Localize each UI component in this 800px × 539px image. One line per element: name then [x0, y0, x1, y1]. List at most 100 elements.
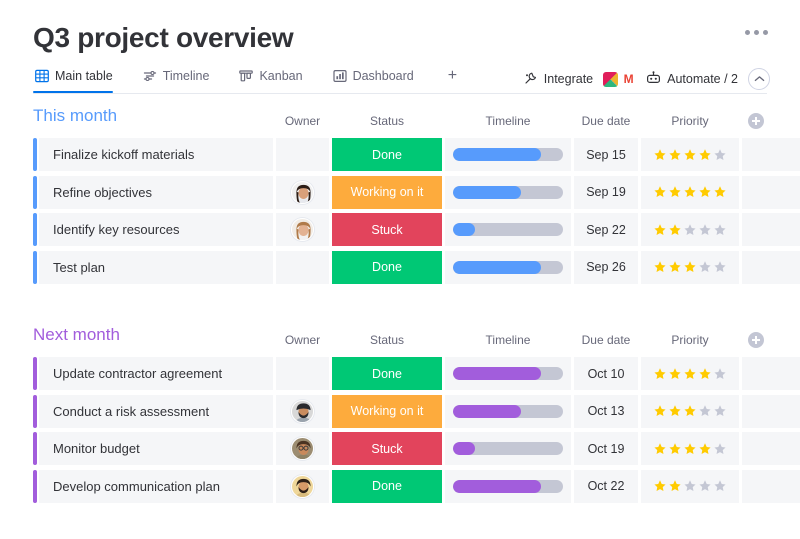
star-icon[interactable] — [668, 479, 682, 493]
priority-cell[interactable] — [641, 432, 739, 465]
add-column-button[interactable] — [748, 113, 764, 129]
timeline-cell[interactable] — [445, 470, 571, 503]
status-cell[interactable]: Done — [332, 470, 442, 503]
star-icon[interactable] — [713, 148, 727, 162]
star-icon[interactable] — [698, 404, 712, 418]
due-date-cell[interactable]: Sep 22 — [574, 213, 638, 246]
owner-cell[interactable] — [276, 138, 329, 171]
star-icon[interactable] — [698, 479, 712, 493]
timeline-cell[interactable] — [445, 213, 571, 246]
star-icon[interactable] — [698, 223, 712, 237]
group-title[interactable]: This month — [33, 106, 117, 126]
owner-cell[interactable] — [276, 432, 329, 465]
priority-cell[interactable] — [641, 395, 739, 428]
star-icon[interactable] — [713, 260, 727, 274]
star-icon[interactable] — [668, 185, 682, 199]
status-cell[interactable]: Stuck — [332, 432, 442, 465]
avatar[interactable] — [291, 475, 314, 498]
status-cell[interactable]: Working on it — [332, 176, 442, 209]
task-name-cell[interactable]: Develop communication plan — [39, 470, 273, 503]
star-icon[interactable] — [683, 260, 697, 274]
add-view-button[interactable]: + — [442, 68, 463, 92]
status-cell[interactable]: Done — [332, 251, 442, 284]
due-date-cell[interactable]: Sep 15 — [574, 138, 638, 171]
add-column-button[interactable] — [748, 332, 764, 348]
automate-button[interactable]: Automate / 2 — [646, 71, 738, 88]
star-icon[interactable] — [683, 442, 697, 456]
star-icon[interactable] — [668, 260, 682, 274]
star-icon[interactable] — [653, 223, 667, 237]
star-icon[interactable] — [713, 404, 727, 418]
star-icon[interactable] — [653, 260, 667, 274]
star-icon[interactable] — [698, 367, 712, 381]
star-icon[interactable] — [653, 479, 667, 493]
status-cell[interactable]: Working on it — [332, 395, 442, 428]
star-icon[interactable] — [653, 367, 667, 381]
task-name-cell[interactable]: Refine objectives — [39, 176, 273, 209]
column-header-owner[interactable]: Owner — [276, 114, 329, 128]
star-icon[interactable] — [668, 223, 682, 237]
task-name-cell[interactable]: Identify key resources — [39, 213, 273, 246]
star-icon[interactable] — [653, 185, 667, 199]
star-icon[interactable] — [653, 148, 667, 162]
star-icon[interactable] — [713, 367, 727, 381]
owner-cell[interactable] — [276, 251, 329, 284]
task-name-cell[interactable]: Conduct a risk assessment — [39, 395, 273, 428]
column-header-priority[interactable]: Priority — [641, 114, 739, 128]
timeline-cell[interactable] — [445, 395, 571, 428]
star-icon[interactable] — [713, 479, 727, 493]
more-options-button[interactable] — [745, 30, 768, 35]
owner-cell[interactable] — [276, 357, 329, 390]
avatar[interactable] — [291, 181, 314, 204]
column-header-priority[interactable]: Priority — [641, 333, 739, 347]
group-title[interactable]: Next month — [33, 325, 120, 345]
task-name-cell[interactable]: Monitor budget — [39, 432, 273, 465]
star-icon[interactable] — [683, 185, 697, 199]
star-icon[interactable] — [713, 442, 727, 456]
tab-timeline[interactable]: Timeline — [141, 66, 224, 93]
collapse-header-button[interactable] — [748, 68, 770, 90]
star-icon[interactable] — [668, 442, 682, 456]
owner-cell[interactable] — [276, 470, 329, 503]
task-name-cell[interactable]: Finalize kickoff materials — [39, 138, 273, 171]
star-icon[interactable] — [683, 223, 697, 237]
due-date-cell[interactable]: Oct 10 — [574, 357, 638, 390]
owner-cell[interactable] — [276, 176, 329, 209]
star-icon[interactable] — [683, 367, 697, 381]
star-icon[interactable] — [668, 404, 682, 418]
tab-main-table[interactable]: Main table — [33, 66, 127, 93]
timeline-cell[interactable] — [445, 138, 571, 171]
avatar[interactable] — [291, 218, 314, 241]
star-icon[interactable] — [653, 404, 667, 418]
star-icon[interactable] — [683, 404, 697, 418]
column-header-timeline[interactable]: Timeline — [445, 333, 571, 347]
avatar[interactable] — [291, 437, 314, 460]
task-name-cell[interactable]: Test plan — [39, 251, 273, 284]
owner-cell[interactable] — [276, 213, 329, 246]
status-cell[interactable]: Stuck — [332, 213, 442, 246]
priority-cell[interactable] — [641, 470, 739, 503]
timeline-cell[interactable] — [445, 357, 571, 390]
column-header-due-date[interactable]: Due date — [574, 333, 638, 347]
owner-cell[interactable] — [276, 395, 329, 428]
priority-cell[interactable] — [641, 357, 739, 390]
star-icon[interactable] — [683, 148, 697, 162]
star-icon[interactable] — [698, 260, 712, 274]
due-date-cell[interactable]: Sep 19 — [574, 176, 638, 209]
status-cell[interactable]: Done — [332, 357, 442, 390]
priority-cell[interactable] — [641, 138, 739, 171]
timeline-cell[interactable] — [445, 251, 571, 284]
timeline-cell[interactable] — [445, 176, 571, 209]
column-header-timeline[interactable]: Timeline — [445, 114, 571, 128]
tab-kanban[interactable]: Kanban — [237, 66, 316, 93]
priority-cell[interactable] — [641, 251, 739, 284]
star-icon[interactable] — [668, 148, 682, 162]
tab-dashboard[interactable]: Dashboard — [331, 66, 428, 93]
integrate-button[interactable]: Integrate M — [524, 71, 636, 88]
star-icon[interactable] — [683, 479, 697, 493]
priority-cell[interactable] — [641, 176, 739, 209]
star-icon[interactable] — [653, 442, 667, 456]
column-header-due-date[interactable]: Due date — [574, 114, 638, 128]
priority-cell[interactable] — [641, 213, 739, 246]
due-date-cell[interactable]: Oct 13 — [574, 395, 638, 428]
